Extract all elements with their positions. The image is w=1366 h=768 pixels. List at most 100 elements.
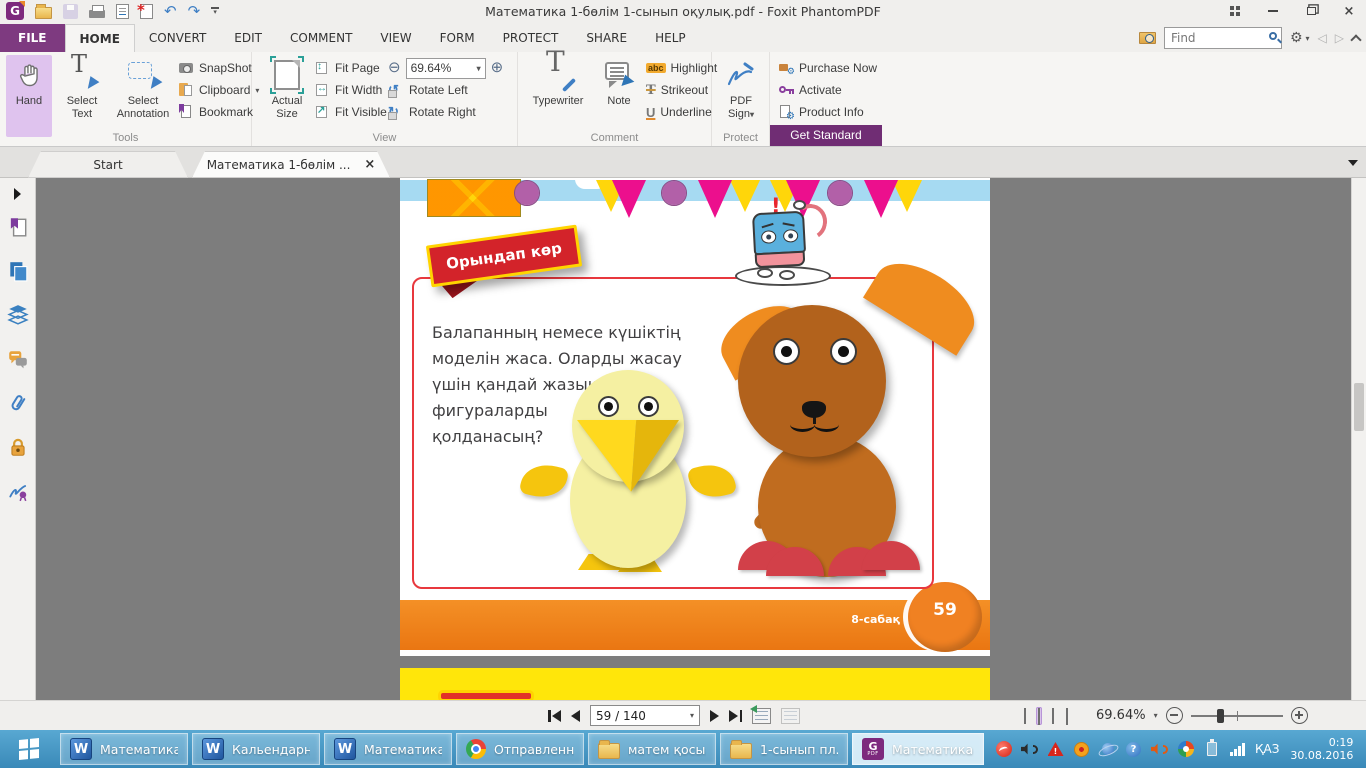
pdf-sign-button[interactable]: PDF Sign▾ (716, 55, 766, 137)
next-view-button[interactable] (781, 708, 800, 724)
zoom-out-icon[interactable]: ⊖ (388, 60, 401, 76)
tab-share[interactable]: SHARE (572, 24, 641, 52)
redo-icon[interactable]: ↷ (188, 2, 201, 20)
zoom-level-dropdown-icon[interactable]: ▾ (1154, 711, 1158, 720)
page-dropdown-icon[interactable]: ▾ (690, 711, 694, 720)
clipboard-button[interactable]: Clipboard ▾ (178, 79, 259, 101)
fit-width-button[interactable]: ↔ Fit Width (314, 79, 387, 101)
open-file-icon[interactable] (35, 7, 52, 19)
tab-view[interactable]: VIEW (366, 24, 425, 52)
taskbar-item-chrome[interactable]: Отправленн... (456, 733, 584, 765)
attachments-panel-icon[interactable] (7, 392, 29, 414)
taskbar-item-word-1[interactable]: Математика ... (60, 733, 188, 765)
select-annotation-button[interactable]: Select Annotation (112, 55, 174, 137)
tray-warning-icon[interactable]: ! (1047, 741, 1064, 758)
bookmark-button[interactable]: Bookmark (178, 101, 259, 123)
next-pdf-page[interactable] (400, 668, 990, 700)
previous-page-button[interactable] (571, 710, 580, 722)
fit-visible-button[interactable]: ↗ Fit Visible (314, 101, 387, 123)
clock[interactable]: 0:19 30.08.2016 (1290, 736, 1353, 762)
tab-list-dropdown-icon[interactable] (1348, 160, 1358, 166)
single-page-view-button[interactable] (1022, 707, 1028, 725)
continuous-view-button[interactable] (1036, 707, 1042, 725)
hand-tool-button[interactable]: Hand (6, 55, 52, 137)
security-panel-icon[interactable] (7, 436, 29, 458)
language-indicator[interactable]: ҚАЗ (1255, 742, 1279, 756)
tab-comment[interactable]: COMMENT (276, 24, 366, 52)
collapse-ribbon-icon[interactable] (1350, 34, 1361, 45)
taskbar-item-foxit[interactable]: Математика ... (852, 733, 984, 765)
doc-tab-start[interactable]: Start (28, 151, 188, 178)
taskbar-item-word-3[interactable]: Математика ... (324, 733, 452, 765)
tray-updater-icon[interactable] (1073, 741, 1090, 758)
purchase-now-button[interactable]: ⚙ Purchase Now (778, 57, 877, 79)
tab-file[interactable]: FILE (0, 24, 65, 52)
scrollbar-thumb[interactable] (1354, 383, 1364, 431)
restore-button[interactable] (1298, 2, 1324, 20)
comments-panel-icon[interactable] (7, 348, 29, 370)
taskbar-item-folder-1[interactable]: матем қосы... (588, 733, 716, 765)
tab-form[interactable]: FORM (426, 24, 489, 52)
signatures-panel-icon[interactable] (7, 480, 29, 502)
document-properties-icon[interactable] (116, 4, 129, 19)
undo-icon[interactable]: ↶ (164, 2, 177, 20)
taskbar-item-folder-2[interactable]: 1-сынып пл... (720, 733, 848, 765)
rotate-right-button[interactable]: ↻ Rotate Right (388, 101, 503, 123)
tab-home[interactable]: HOME (65, 24, 135, 52)
close-button[interactable]: × (1336, 2, 1362, 20)
tray-volume-icon[interactable] (1021, 741, 1038, 758)
select-text-button[interactable]: Select Text (56, 55, 108, 137)
arrange-windows-icon[interactable] (1222, 2, 1248, 20)
new-document-icon[interactable] (140, 4, 153, 19)
start-button[interactable] (0, 730, 58, 768)
zoom-dropdown-icon[interactable]: ▾ (477, 64, 481, 73)
tray-audio-icon[interactable] (1151, 741, 1168, 758)
find-next-icon[interactable]: ▷ (1335, 31, 1344, 45)
highlight-button[interactable]: abc Highlight (646, 57, 717, 79)
actual-size-button[interactable]: Actual Size (260, 55, 314, 137)
zoom-slider[interactable] (1191, 715, 1283, 717)
vertical-scrollbar[interactable] (1351, 178, 1366, 700)
zoom-out-button[interactable] (1166, 707, 1183, 724)
search-icon[interactable] (1269, 32, 1277, 40)
zoom-slider-thumb[interactable] (1217, 709, 1224, 723)
facing-view-button[interactable] (1050, 707, 1056, 725)
previous-view-button[interactable] (752, 708, 771, 724)
print-icon[interactable] (89, 10, 105, 18)
first-page-button[interactable] (548, 710, 561, 722)
last-page-button[interactable] (729, 710, 742, 722)
product-info-button[interactable]: ⚙ Product Info (778, 101, 877, 123)
doc-tab-close-icon[interactable]: × (364, 157, 375, 172)
taskbar-item-word-2[interactable]: Кальендарн... (192, 733, 320, 765)
tab-help[interactable]: HELP (641, 24, 700, 52)
tray-network-icon[interactable] (1229, 741, 1246, 758)
search-folder-icon[interactable] (1139, 32, 1156, 44)
get-standard-label[interactable]: Get Standard (770, 125, 882, 146)
page-number-input[interactable] (596, 709, 690, 723)
doc-tab-document[interactable]: Математика 1-бөлім ... × (192, 151, 390, 178)
minimize-button[interactable] (1260, 2, 1286, 20)
tray-help-icon[interactable]: ? (1125, 741, 1142, 758)
rotate-left-button[interactable]: ↺ Rotate Left (388, 79, 503, 101)
tray-battery-icon[interactable] (1203, 741, 1220, 758)
pdf-page[interactable]: Орындап көр ! Балапанның немесе күшіктің… (400, 178, 990, 656)
customize-toolbar-icon[interactable]: ▾ (211, 7, 219, 15)
find-input[interactable] (1164, 27, 1282, 49)
continuous-facing-view-button[interactable] (1064, 707, 1070, 725)
underline-button[interactable]: U Underline (646, 101, 717, 123)
zoom-in-icon[interactable]: ⊕ (491, 60, 504, 76)
note-button[interactable]: Note (598, 55, 640, 137)
typewriter-button[interactable]: Typewriter (524, 55, 592, 137)
bookmarks-panel-icon[interactable] (7, 216, 29, 238)
snapshot-button[interactable]: SnapShot (178, 57, 259, 79)
activate-button[interactable]: Activate (778, 79, 877, 101)
layers-panel-icon[interactable] (7, 304, 29, 326)
tray-planet-icon[interactable] (1099, 741, 1116, 758)
foxit-logo-icon[interactable]: G (6, 2, 24, 20)
strikeout-button[interactable]: T Strikeout (646, 79, 717, 101)
pages-panel-icon[interactable] (7, 260, 29, 282)
document-canvas[interactable]: Орындап көр ! Балапанның немесе күшіктің… (0, 178, 1366, 700)
search-options-icon[interactable]: ⚙▾ (1290, 30, 1310, 46)
tray-app-icon[interactable] (995, 741, 1012, 758)
tray-pinwheel-icon[interactable] (1177, 741, 1194, 758)
